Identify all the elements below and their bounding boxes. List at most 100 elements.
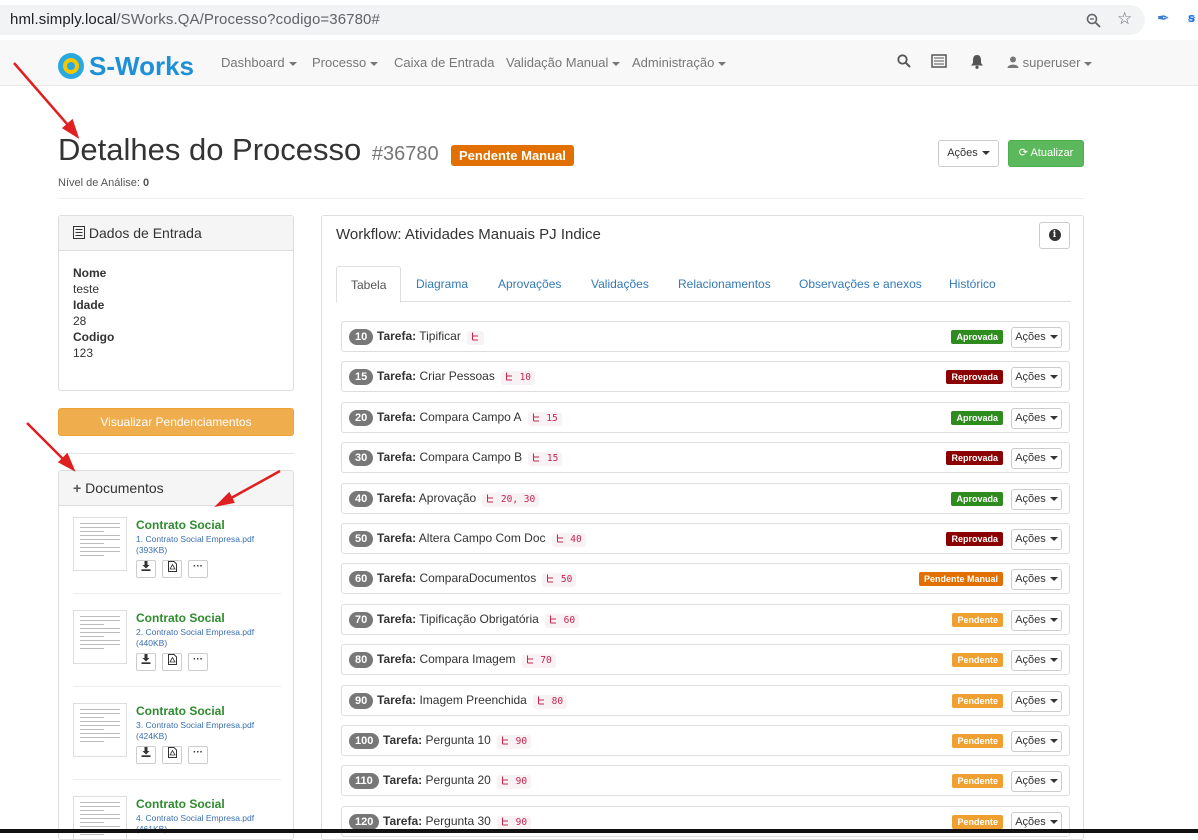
nav-processo[interactable]: Processo (312, 55, 379, 70)
more-options-button[interactable]: ··· (188, 746, 208, 764)
task-row: 20 Tarefa: Compara Campo A 15 Aprovada Açõe… (341, 402, 1070, 433)
screen-bottom-edge (0, 829, 1198, 833)
document-title[interactable]: Contrato Social (136, 704, 225, 718)
pdf-button[interactable] (162, 560, 182, 578)
task-number-badge: 10 (349, 329, 374, 345)
document-filename[interactable]: 3. Contrato Social Empresa.pdf (136, 720, 254, 730)
task-number-badge: 70 (349, 612, 374, 628)
bookmark-star-icon[interactable]: ☆ (1117, 10, 1132, 27)
task-text: Tarefa: Aprovação 20, 30 (377, 491, 540, 507)
nav-administracao[interactable]: Administração (632, 55, 727, 70)
tab-tabela[interactable]: Tabela (336, 266, 402, 303)
tab-aprovacoes[interactable]: Aprovações (498, 277, 561, 291)
field-idade-label: Idade (73, 298, 105, 312)
more-icon: ··· (193, 747, 203, 758)
search-icon[interactable] (897, 54, 911, 70)
task-acoes-button[interactable]: Ações (1011, 610, 1062, 631)
task-dependencies (466, 331, 484, 345)
task-status-badge: Aprovada (951, 330, 1003, 344)
extension-feather-icon[interactable]: ✒ (1157, 11, 1170, 26)
atualizar-button[interactable]: ⟳ Atualizar (1008, 140, 1084, 167)
task-acoes-button[interactable]: Ações (1011, 650, 1062, 671)
info-button[interactable]: i (1039, 222, 1070, 249)
document-title[interactable]: Contrato Social (136, 797, 225, 811)
task-acoes-button[interactable]: Ações (1011, 367, 1062, 388)
user-icon (1007, 56, 1019, 68)
user-menu[interactable]: superuser (1007, 55, 1093, 70)
task-dependencies: 10 (500, 371, 536, 385)
document-thumbnail[interactable] (73, 610, 127, 664)
pdf-button[interactable] (162, 746, 182, 764)
pdf-button[interactable] (162, 653, 182, 671)
task-row: 60 Tarefa: ComparaDocumentos 50 Pendente M… (341, 563, 1070, 594)
task-number-badge: 60 (349, 571, 374, 587)
document-title[interactable]: Contrato Social (136, 518, 225, 532)
nav-caixa-entrada[interactable]: Caixa de Entrada (394, 55, 494, 70)
document-title[interactable]: Contrato Social (136, 611, 225, 625)
document-separator (73, 779, 281, 780)
download-button[interactable] (136, 653, 156, 671)
nav-validacao-manual[interactable]: Validação Manual (506, 55, 621, 70)
tab-relacionamentos[interactable]: Relacionamentos (678, 277, 771, 291)
more-icon: ··· (193, 654, 203, 665)
zoom-icon[interactable] (1086, 13, 1101, 31)
document-item: Contrato Social 4. Contrato Social Empres… (73, 796, 281, 839)
task-acoes-button[interactable]: Ações (1011, 569, 1062, 590)
document-filename[interactable]: 4. Contrato Social Empresa.pdf (136, 813, 254, 823)
task-text: Tarefa: Compara Imagem 70 (377, 652, 556, 668)
download-button[interactable] (136, 560, 156, 578)
task-text: Tarefa: Pergunta 30 90 (383, 814, 532, 830)
document-item: Contrato Social 1. Contrato Social Empres… (73, 517, 281, 597)
document-thumbnail[interactable] (73, 796, 127, 839)
inbox-icon[interactable] (931, 54, 947, 70)
task-name: Compara Imagem (419, 652, 516, 666)
document-thumbnail[interactable] (73, 517, 127, 571)
tab-diagrama[interactable]: Diagrama (416, 277, 468, 291)
visualizar-pendenciamentos-button[interactable]: Visualizar Pendenciamentos (58, 408, 294, 436)
task-status-badge: Pendente (952, 694, 1003, 708)
documentos-heading[interactable]: + Documentos (59, 471, 293, 506)
task-number-badge: 90 (349, 693, 374, 709)
app-navbar: S-Works Dashboard Processo Caixa de Entr… (0, 40, 1198, 86)
bell-icon[interactable] (970, 54, 984, 71)
documentos-panel: + Documentos Contrato Social 1. Contrato … (58, 470, 294, 840)
more-icon: ··· (193, 561, 203, 572)
task-acoes-button[interactable]: Ações (1011, 448, 1062, 469)
task-dependencies: 15 (527, 412, 562, 426)
task-status-badge: Pendente Manual (918, 572, 1003, 586)
task-acoes-button[interactable]: Ações (1011, 408, 1062, 429)
task-acoes-button[interactable]: Ações (1011, 691, 1062, 712)
task-name: Imagem Preenchida (419, 693, 527, 707)
task-dependencies: 80 (532, 695, 568, 709)
dados-entrada-panel: Dados de Entrada Nome teste Idade 28 Cod… (58, 215, 294, 391)
field-codigo-value: 123 (73, 346, 94, 360)
task-name: Compara Campo B (419, 450, 523, 464)
more-options-button[interactable]: ··· (188, 560, 208, 578)
acoes-button[interactable]: Ações (938, 140, 999, 167)
document-filename[interactable]: 2. Contrato Social Empresa.pdf (136, 627, 254, 637)
task-acoes-button[interactable]: Ações (1011, 489, 1062, 510)
task-text: Tarefa: ComparaDocumentos 50 (377, 571, 577, 587)
tab-validacoes[interactable]: Validações (591, 277, 649, 291)
tab-historico[interactable]: Histórico (949, 277, 996, 291)
task-acoes-button[interactable]: Ações (1011, 529, 1062, 550)
download-button[interactable] (136, 746, 156, 764)
nav-dashboard[interactable]: Dashboard (221, 55, 297, 70)
more-options-button[interactable]: ··· (188, 653, 208, 671)
extension-icon[interactable]: ꞩ (1188, 11, 1195, 26)
task-text: Tarefa: Altera Campo Com Doc 40 (377, 531, 586, 547)
address-bar[interactable]: hml.simply.local/SWorks.QA/Processo?codi… (0, 5, 1145, 35)
task-acoes-button[interactable]: Ações (1011, 327, 1062, 348)
task-acoes-button[interactable]: Ações (1011, 731, 1062, 752)
task-row: 40 Tarefa: Aprovação 20, 30 Aprovada Ações (341, 483, 1070, 514)
refresh-icon: ⟳ (1018, 147, 1028, 159)
document-thumbnail[interactable] (73, 703, 127, 757)
task-row: 50 Tarefa: Altera Campo Com Doc 40 Reprova… (341, 523, 1070, 554)
document-filename[interactable]: 1. Contrato Social Empresa.pdf (136, 534, 254, 544)
task-row: 80 Tarefa: Compara Imagem 70 Pendente Ações (341, 644, 1070, 675)
task-status-badge: Pendente (952, 774, 1003, 788)
tab-observacoes-anexos[interactable]: Observações e anexos (799, 277, 922, 291)
task-acoes-button[interactable]: Ações (1011, 771, 1062, 792)
task-dependencies: 90 (496, 735, 532, 749)
workflow-title: Workflow: Atividades Manuais PJ Indice (336, 226, 601, 243)
